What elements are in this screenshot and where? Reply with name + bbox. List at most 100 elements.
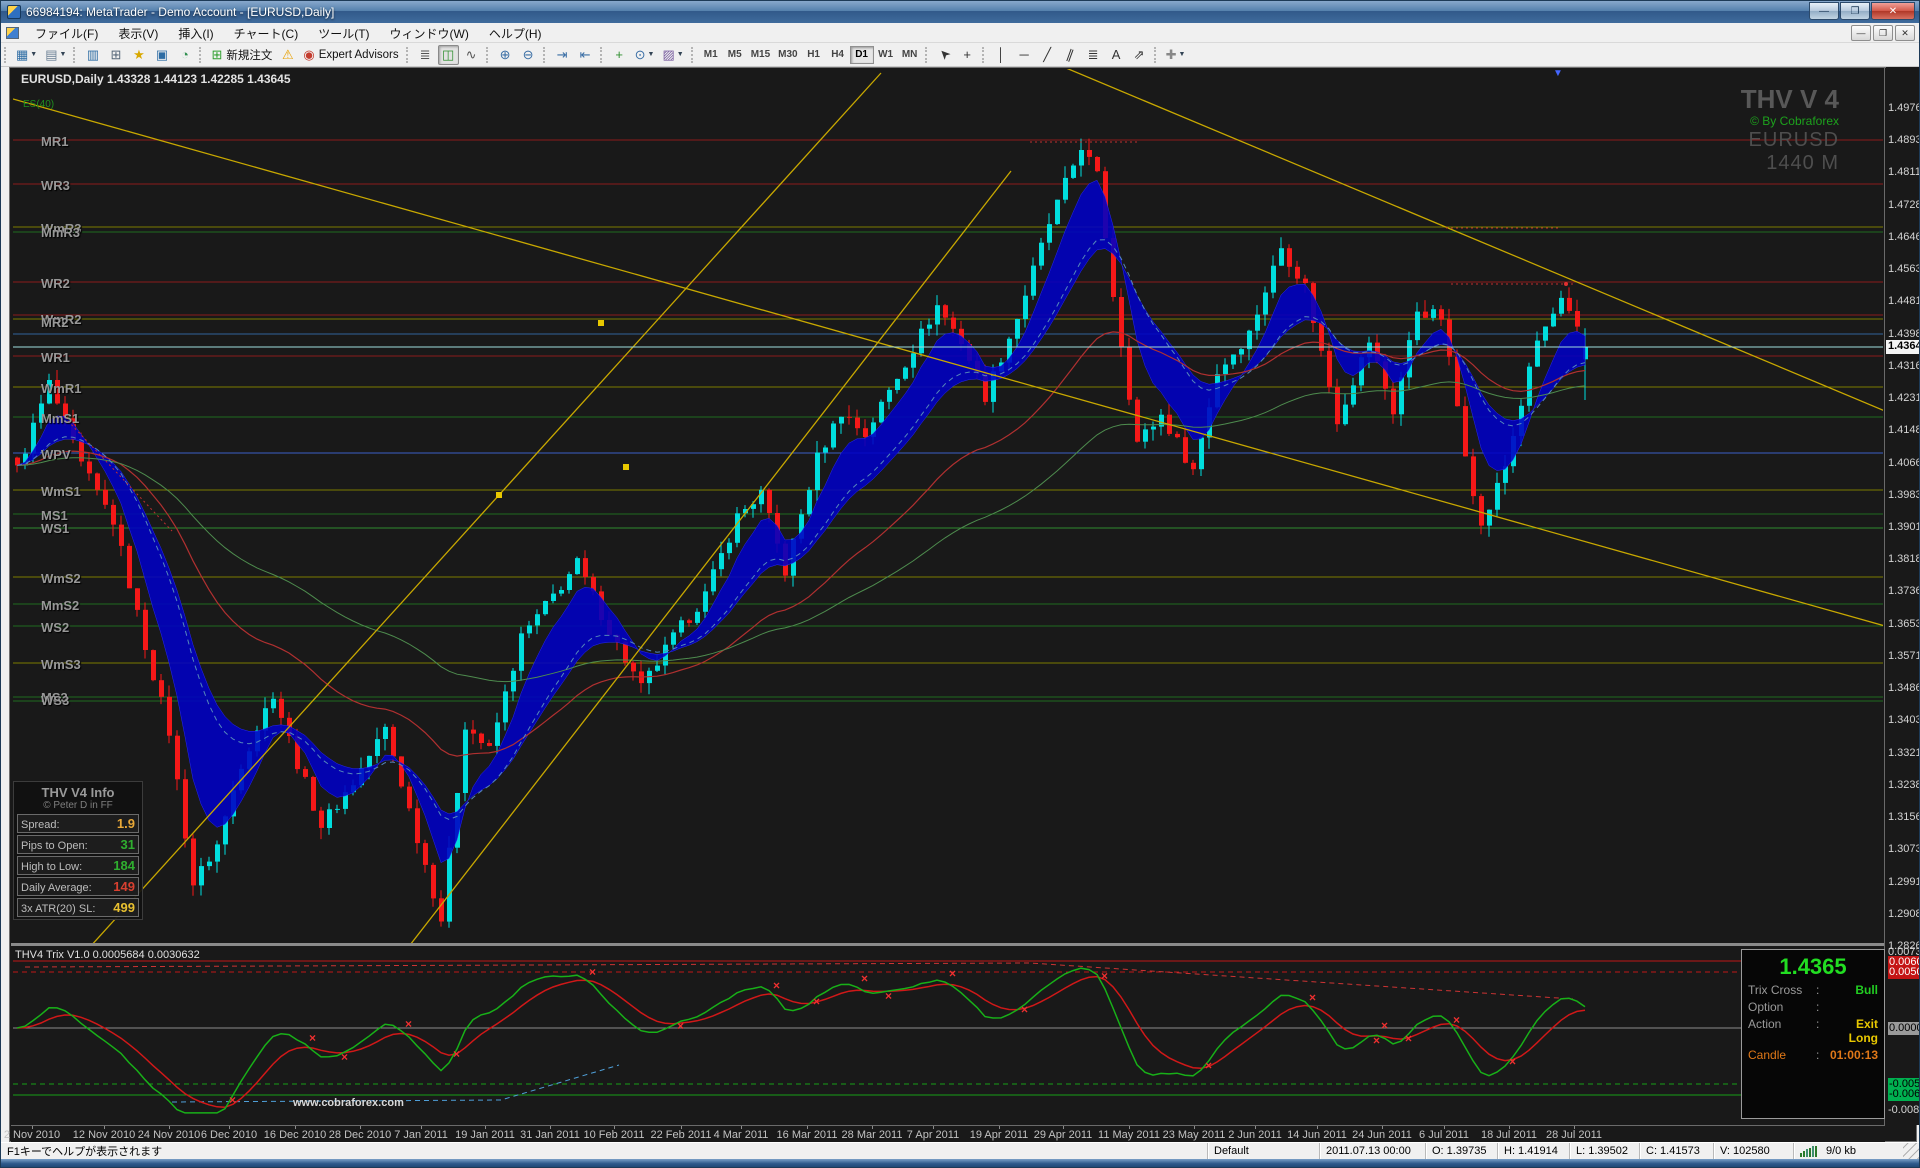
menu-item-5[interactable]: ウィンドウ(W) (380, 23, 479, 42)
maximize-button[interactable]: ❐ (1840, 2, 1870, 20)
timeframe-h4[interactable]: H4 (826, 46, 850, 64)
date-label: 11 May 2011 (1098, 1129, 1160, 1141)
text-button[interactable]: A (1106, 45, 1127, 65)
pivot-label-wms2: WmS2 (41, 571, 81, 586)
date-label: 28 Jul 2011 (1546, 1129, 1602, 1141)
toolbar-grip (925, 47, 929, 63)
resize-grip[interactable] (1903, 1143, 1919, 1159)
drawing-tools-button[interactable]: ✚▼ (1163, 45, 1189, 65)
zoom-in-button[interactable]: ⊕ (495, 45, 516, 65)
date-label: 4 Mar 2011 (714, 1129, 769, 1141)
timeframe-m5[interactable]: M5 (723, 46, 747, 64)
dropdown-arrow-icon[interactable]: ▼ (648, 51, 655, 58)
price-scale-label: 1.39835 (1888, 489, 1920, 502)
chart-line-button[interactable]: ∿ (461, 45, 482, 65)
svg-text:×: × (1509, 1055, 1516, 1069)
timeframe-h1[interactable]: H1 (802, 46, 826, 64)
signal-row-colon: : (1816, 983, 1826, 997)
trendline-button[interactable]: ╱ (1037, 45, 1058, 65)
menu-item-4[interactable]: ツール(T) (308, 23, 379, 42)
strategy-tester-icon: ◔ (181, 48, 189, 61)
timeframe-d1[interactable]: D1 (850, 46, 874, 64)
svg-text:×: × (453, 1047, 460, 1061)
chart-canvas[interactable]: ××××××××××××××××××××× (11, 67, 1885, 1125)
svg-text:×: × (949, 966, 956, 980)
child-close-button[interactable]: ✕ (1895, 25, 1915, 41)
timeframe-m1[interactable]: M1 (699, 46, 723, 64)
timeframe-m30[interactable]: M30 (774, 46, 801, 64)
child-minimize-button[interactable]: — (1851, 25, 1871, 41)
svg-text:×: × (1453, 1013, 1460, 1027)
crosshair-button[interactable]: + (957, 45, 978, 65)
chart-candles-button[interactable]: ◫ (438, 45, 459, 65)
thv-info-box: THV V4 Info © Peter D in FF Spread:1.9Pi… (13, 781, 143, 920)
chart-area[interactable]: ××××××××××××××××××××× EURUSD,Daily 1.433… (1, 67, 1920, 1142)
dropdown-arrow-icon[interactable]: ▼ (1179, 51, 1186, 58)
minimize-button[interactable]: — (1809, 2, 1839, 20)
indicators-list-button[interactable]: + (609, 45, 630, 65)
status-profile[interactable]: Default (1207, 1143, 1319, 1159)
menu-item-6[interactable]: ヘルプ(H) (479, 23, 552, 42)
arrow-label-button[interactable]: ⇗ (1129, 45, 1150, 65)
signal-row-value: 01:00:13 (1826, 1048, 1878, 1062)
menu-item-3[interactable]: チャート(C) (224, 23, 309, 42)
equidistant-channel-button[interactable]: ∥ (1060, 45, 1081, 65)
svg-text:×: × (1309, 991, 1316, 1005)
chart-shift-button[interactable]: ⇤ (575, 45, 596, 65)
info-row: Spread:1.9 (17, 814, 139, 833)
periods-icon: ⊙ (635, 48, 646, 61)
terminal-button[interactable]: ▣ (151, 45, 172, 65)
market-watch-button[interactable]: ▥ (82, 45, 103, 65)
auto-scroll-button[interactable]: ⇥ (552, 45, 573, 65)
signal-row-value: Bull (1826, 983, 1878, 997)
status-open: O: 1.39735 (1425, 1143, 1497, 1159)
dropdown-arrow-icon[interactable]: ▼ (677, 51, 684, 58)
price-scale-label: 1.32385 (1888, 779, 1920, 792)
zoom-out-button[interactable]: ⊖ (518, 45, 539, 65)
new-order-button[interactable]: ⊞新規注文 (208, 45, 275, 65)
svg-text:×: × (861, 972, 868, 986)
chart-profiles-button[interactable]: ▤▼ (42, 45, 69, 65)
status-traffic: 9/0 kb (1826, 1145, 1856, 1157)
date-label: 16 Mar 2011 (777, 1129, 838, 1141)
horizontal-line-button[interactable]: ─ (1014, 45, 1035, 65)
strategy-tester-button[interactable]: ◔ (174, 45, 195, 65)
chart-bars-button[interactable]: ≣ (415, 45, 436, 65)
fibonacci-button[interactable]: ≣ (1083, 45, 1104, 65)
toolbar-grip (543, 47, 547, 63)
new-chart-button[interactable]: ▦▼ (13, 45, 40, 65)
metaeditor-button[interactable]: ⚠ (277, 45, 298, 65)
menu-item-1[interactable]: 表示(V) (108, 23, 168, 42)
menu-item-0[interactable]: ファイル(F) (25, 23, 108, 42)
expert-advisors-button[interactable]: ◉Expert Advisors (300, 45, 401, 65)
svg-text:×: × (1405, 1032, 1412, 1046)
thv-symbol: EURUSD (1741, 129, 1839, 152)
dropdown-arrow-icon[interactable]: ▼ (30, 51, 37, 58)
menu-item-2[interactable]: 挿入(I) (168, 23, 223, 42)
data-window-button[interactable]: ⊞ (105, 45, 126, 65)
child-restore-button[interactable]: ❐ (1873, 25, 1893, 41)
price-scale-label: 1.41485 (1888, 424, 1920, 437)
vertical-line-button[interactable]: │ (991, 45, 1012, 65)
pivot-label-wms3: WmS3 (41, 657, 81, 672)
dropdown-arrow-icon[interactable]: ▼ (60, 51, 67, 58)
equidistant-channel-icon: ∥ (1065, 47, 1076, 61)
date-label: 19 Jan 2011 (455, 1129, 515, 1141)
templates-button[interactable]: ▨▼ (659, 45, 686, 65)
svg-text:×: × (405, 1017, 412, 1031)
pivot-label-wr1: WR1 (41, 350, 70, 365)
price-scale: 1.497601.489351.481101.472851.464601.456… (1886, 67, 1919, 1125)
timeframe-mn[interactable]: MN (898, 46, 922, 64)
terminal-icon: ▣ (156, 48, 168, 61)
status-bar: F1キーでヘルプが表示されます Default 2011.07.13 00:00… (1, 1142, 1919, 1159)
date-label: 18 Jul 2011 (1481, 1129, 1537, 1141)
close-button[interactable]: ✕ (1871, 2, 1915, 20)
svg-text:×: × (1373, 1033, 1380, 1047)
chart-profiles-icon: ▤ (45, 48, 57, 61)
navigator-button[interactable]: ★ (128, 45, 149, 65)
periods-button[interactable]: ⊙▼ (632, 45, 658, 65)
timeframe-m15[interactable]: M15 (747, 46, 774, 64)
timeframe-w1[interactable]: W1 (874, 46, 898, 64)
cursor-button[interactable]: ➤ (934, 45, 955, 65)
date-label: 14 Jun 2011 (1287, 1129, 1347, 1141)
